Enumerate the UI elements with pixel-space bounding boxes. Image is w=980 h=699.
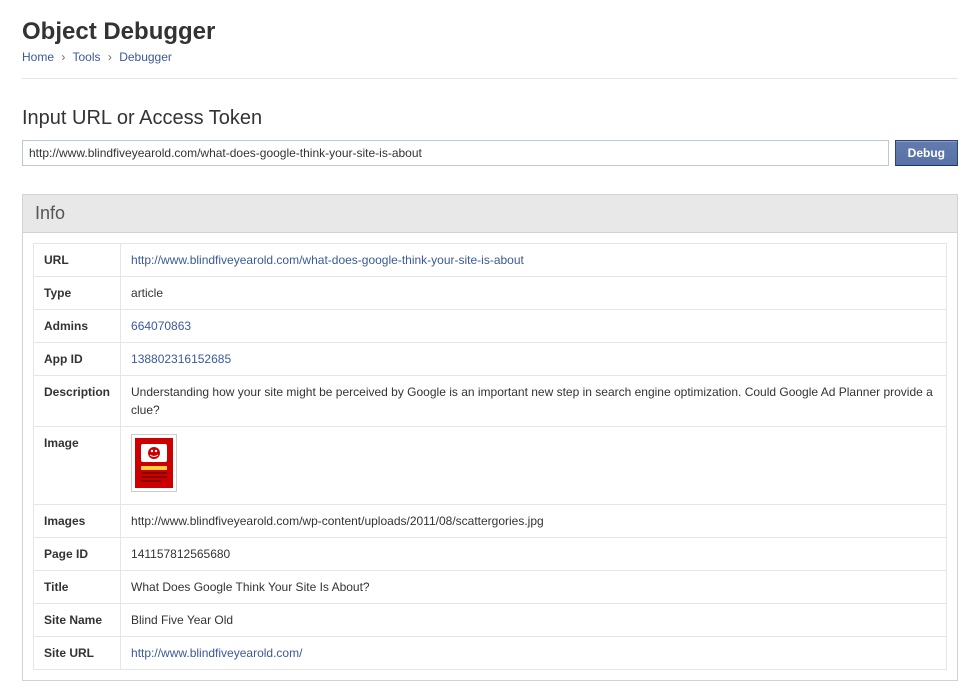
divider xyxy=(22,78,958,79)
label-url: URL xyxy=(34,244,121,277)
label-site-url: Site URL xyxy=(34,637,121,670)
table-row: Admins 664070863 xyxy=(34,310,947,343)
table-row: Page ID 141157812565680 xyxy=(34,538,947,571)
label-site-name: Site Name xyxy=(34,604,121,637)
value-admins: 664070863 xyxy=(121,310,947,343)
breadcrumb-debugger[interactable]: Debugger xyxy=(119,50,172,64)
admins-link[interactable]: 664070863 xyxy=(131,319,191,333)
url-input[interactable] xyxy=(22,140,889,166)
label-title: Title xyxy=(34,571,121,604)
value-type: article xyxy=(121,277,947,310)
table-row: Site URL http://www.blindfiveyearold.com… xyxy=(34,637,947,670)
scattergories-box-icon xyxy=(135,438,173,488)
label-images: Images xyxy=(34,505,121,538)
label-page-id: Page ID xyxy=(34,538,121,571)
value-site-url: http://www.blindfiveyearold.com/ xyxy=(121,637,947,670)
debug-button[interactable]: Debug xyxy=(895,140,958,166)
label-type: Type xyxy=(34,277,121,310)
label-app-id: App ID xyxy=(34,343,121,376)
table-row: Description Understanding how your site … xyxy=(34,376,947,427)
value-site-name: Blind Five Year Old xyxy=(121,604,947,637)
page-title: Object Debugger xyxy=(22,18,958,46)
table-row: Site Name Blind Five Year Old xyxy=(34,604,947,637)
table-row: Image xyxy=(34,427,947,505)
info-panel-body: URL http://www.blindfiveyearold.com/what… xyxy=(23,233,957,680)
app-id-link[interactable]: 138802316152685 xyxy=(131,352,231,366)
table-row: URL http://www.blindfiveyearold.com/what… xyxy=(34,244,947,277)
table-row: Title What Does Google Think Your Site I… xyxy=(34,571,947,604)
info-panel: Info URL http://www.blindfiveyearold.com… xyxy=(22,194,958,681)
value-page-id: 141157812565680 xyxy=(121,538,947,571)
breadcrumb: Home › Tools › Debugger xyxy=(22,50,958,64)
label-image: Image xyxy=(34,427,121,505)
breadcrumb-sep: › xyxy=(108,50,112,64)
input-section-title: Input URL or Access Token xyxy=(22,107,958,130)
breadcrumb-home[interactable]: Home xyxy=(22,50,54,64)
site-url-link[interactable]: http://www.blindfiveyearold.com/ xyxy=(131,646,302,660)
image-thumbnail[interactable] xyxy=(131,434,177,492)
table-row: Type article xyxy=(34,277,947,310)
value-url: http://www.blindfiveyearold.com/what-doe… xyxy=(121,244,947,277)
value-images: http://www.blindfiveyearold.com/wp-conte… xyxy=(121,505,947,538)
breadcrumb-sep: › xyxy=(61,50,65,64)
breadcrumb-tools[interactable]: Tools xyxy=(72,50,100,64)
value-app-id: 138802316152685 xyxy=(121,343,947,376)
info-panel-title: Info xyxy=(35,203,945,224)
info-table: URL http://www.blindfiveyearold.com/what… xyxy=(33,243,947,670)
table-row: Images http://www.blindfiveyearold.com/w… xyxy=(34,505,947,538)
value-image xyxy=(121,427,947,505)
info-panel-header: Info xyxy=(23,195,957,233)
value-title: What Does Google Think Your Site Is Abou… xyxy=(121,571,947,604)
label-description: Description xyxy=(34,376,121,427)
input-row: Debug xyxy=(22,140,958,166)
url-link[interactable]: http://www.blindfiveyearold.com/what-doe… xyxy=(131,253,524,267)
table-row: App ID 138802316152685 xyxy=(34,343,947,376)
label-admins: Admins xyxy=(34,310,121,343)
value-description: Understanding how your site might be per… xyxy=(121,376,947,427)
